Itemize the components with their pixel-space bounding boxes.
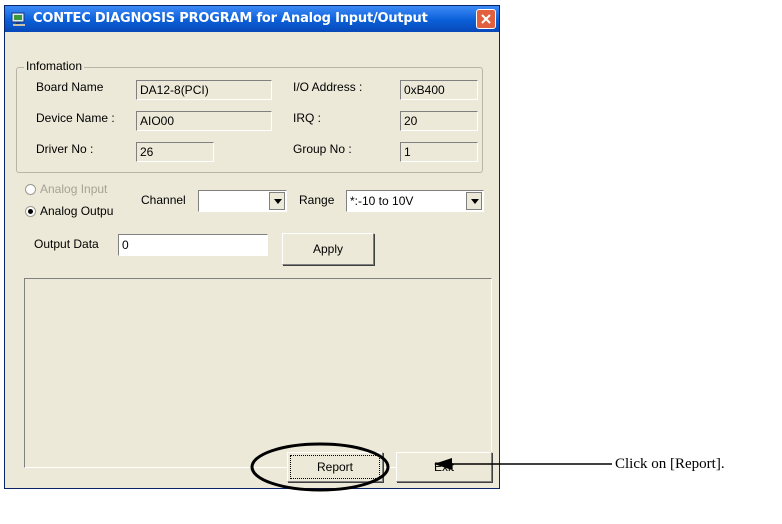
callout-text: Click on [Report].: [615, 456, 725, 472]
arrow-left-icon: [434, 458, 452, 470]
annotation-overlay: [250, 442, 612, 492]
highlight-ellipse: [250, 442, 390, 492]
